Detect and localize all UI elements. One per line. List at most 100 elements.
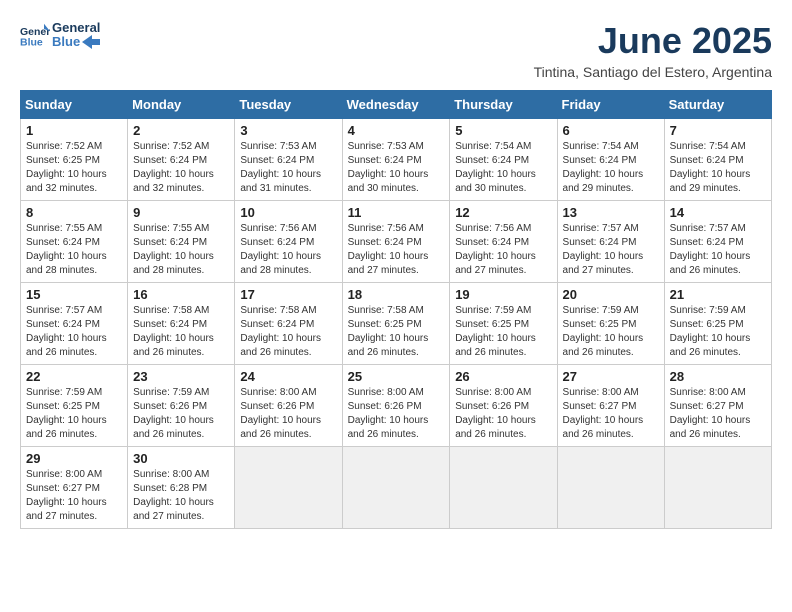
calendar-cell: 27 Sunrise: 8:00 AMSunset: 6:27 PMDayligh… bbox=[557, 365, 664, 447]
day-info: Sunrise: 7:57 AMSunset: 6:24 PMDaylight:… bbox=[26, 304, 122, 360]
weekday-header-saturday: Saturday bbox=[664, 91, 771, 119]
calendar-cell: 28 Sunrise: 8:00 AMSunset: 6:27 PMDayligh… bbox=[664, 365, 771, 447]
day-number: 12 bbox=[455, 205, 551, 220]
day-info: Sunrise: 7:59 AMSunset: 6:25 PMDaylight:… bbox=[455, 304, 551, 360]
location-subtitle: Tintina, Santiago del Estero, Argentina bbox=[534, 64, 772, 80]
day-number: 6 bbox=[563, 123, 659, 138]
logo-arrow-icon bbox=[82, 35, 100, 49]
calendar-cell: 1 Sunrise: 7:52 AMSunset: 6:25 PMDaylight… bbox=[21, 119, 128, 201]
calendar-cell: 13 Sunrise: 7:57 AMSunset: 6:24 PMDayligh… bbox=[557, 201, 664, 283]
day-info: Sunrise: 7:59 AMSunset: 6:25 PMDaylight:… bbox=[670, 304, 766, 360]
calendar-cell: 23 Sunrise: 7:59 AMSunset: 6:26 PMDayligh… bbox=[128, 365, 235, 447]
day-number: 19 bbox=[455, 287, 551, 302]
calendar-cell bbox=[664, 447, 771, 529]
day-number: 27 bbox=[563, 369, 659, 384]
day-info: Sunrise: 7:55 AMSunset: 6:24 PMDaylight:… bbox=[26, 222, 122, 278]
day-info: Sunrise: 7:57 AMSunset: 6:24 PMDaylight:… bbox=[563, 222, 659, 278]
day-number: 17 bbox=[240, 287, 336, 302]
day-info: Sunrise: 7:58 AMSunset: 6:25 PMDaylight:… bbox=[348, 304, 445, 360]
day-number: 16 bbox=[133, 287, 229, 302]
day-number: 13 bbox=[563, 205, 659, 220]
weekday-header-friday: Friday bbox=[557, 91, 664, 119]
calendar-cell: 9Sunrise: 7:55 AMSunset: 6:24 PMDaylight… bbox=[128, 201, 235, 283]
svg-text:Blue: Blue bbox=[20, 37, 43, 49]
calendar-cell: 12 Sunrise: 7:56 AMSunset: 6:24 PMDayligh… bbox=[450, 201, 557, 283]
day-info: Sunrise: 8:00 AMSunset: 6:26 PMDaylight:… bbox=[455, 386, 551, 442]
calendar-cell: 16 Sunrise: 7:58 AMSunset: 6:24 PMDayligh… bbox=[128, 283, 235, 365]
day-info: Sunrise: 7:52 AMSunset: 6:24 PMDaylight:… bbox=[133, 140, 229, 196]
day-number: 2 bbox=[133, 123, 229, 138]
day-info: Sunrise: 7:59 AMSunset: 6:25 PMDaylight:… bbox=[26, 386, 122, 442]
day-number: 20 bbox=[563, 287, 659, 302]
weekday-header-tuesday: Tuesday bbox=[235, 91, 342, 119]
calendar-cell bbox=[342, 447, 450, 529]
day-info: Sunrise: 7:53 AMSunset: 6:24 PMDaylight:… bbox=[240, 140, 336, 196]
calendar-cell bbox=[235, 447, 342, 529]
day-info: Sunrise: 8:00 AMSunset: 6:27 PMDaylight:… bbox=[670, 386, 766, 442]
day-number: 3 bbox=[240, 123, 336, 138]
calendar-cell: 30Sunrise: 8:00 AMSunset: 6:28 PMDayligh… bbox=[128, 447, 235, 529]
day-number: 10 bbox=[240, 205, 336, 220]
day-info: Sunrise: 7:54 AMSunset: 6:24 PMDaylight:… bbox=[670, 140, 766, 196]
day-number: 22 bbox=[26, 369, 122, 384]
calendar-cell: 22 Sunrise: 7:59 AMSunset: 6:25 PMDayligh… bbox=[21, 365, 128, 447]
calendar-week-row: 29 Sunrise: 8:00 AMSunset: 6:27 PMDayligh… bbox=[21, 447, 772, 529]
day-info: Sunrise: 7:56 AMSunset: 6:24 PMDaylight:… bbox=[240, 222, 336, 278]
calendar-cell: 7 Sunrise: 7:54 AMSunset: 6:24 PMDaylight… bbox=[664, 119, 771, 201]
day-info: Sunrise: 7:52 AMSunset: 6:25 PMDaylight:… bbox=[26, 140, 122, 196]
day-number: 15 bbox=[26, 287, 122, 302]
day-info: Sunrise: 7:59 AMSunset: 6:26 PMDaylight:… bbox=[133, 386, 229, 442]
day-info: Sunrise: 7:58 AMSunset: 6:24 PMDaylight:… bbox=[133, 304, 229, 360]
day-info: Sunrise: 7:53 AMSunset: 6:24 PMDaylight:… bbox=[348, 140, 445, 196]
calendar-cell: 14Sunrise: 7:57 AMSunset: 6:24 PMDayligh… bbox=[664, 201, 771, 283]
day-number: 28 bbox=[670, 369, 766, 384]
calendar-table: SundayMondayTuesdayWednesdayThursdayFrid… bbox=[20, 90, 772, 529]
title-area: June 2025 Tintina, Santiago del Estero, … bbox=[534, 20, 772, 80]
day-number: 5 bbox=[455, 123, 551, 138]
calendar-cell: 18 Sunrise: 7:58 AMSunset: 6:25 PMDayligh… bbox=[342, 283, 450, 365]
weekday-header-thursday: Thursday bbox=[450, 91, 557, 119]
logo: General Blue General Blue bbox=[20, 20, 100, 50]
day-info: Sunrise: 7:59 AMSunset: 6:25 PMDaylight:… bbox=[563, 304, 659, 360]
weekday-header-wednesday: Wednesday bbox=[342, 91, 450, 119]
calendar-cell: 21Sunrise: 7:59 AMSunset: 6:25 PMDayligh… bbox=[664, 283, 771, 365]
calendar-cell: 3 Sunrise: 7:53 AMSunset: 6:24 PMDaylight… bbox=[235, 119, 342, 201]
calendar-cell: 11Sunrise: 7:56 AMSunset: 6:24 PMDayligh… bbox=[342, 201, 450, 283]
day-number: 11 bbox=[348, 205, 445, 220]
weekday-header-row: SundayMondayTuesdayWednesdayThursdayFrid… bbox=[21, 91, 772, 119]
calendar-cell bbox=[450, 447, 557, 529]
day-number: 8 bbox=[26, 205, 122, 220]
calendar-cell: 29 Sunrise: 8:00 AMSunset: 6:27 PMDayligh… bbox=[21, 447, 128, 529]
day-number: 18 bbox=[348, 287, 445, 302]
calendar-cell: 20 Sunrise: 7:59 AMSunset: 6:25 PMDayligh… bbox=[557, 283, 664, 365]
calendar-cell: 19 Sunrise: 7:59 AMSunset: 6:25 PMDayligh… bbox=[450, 283, 557, 365]
day-info: Sunrise: 8:00 AMSunset: 6:27 PMDaylight:… bbox=[26, 468, 122, 524]
day-number: 4 bbox=[348, 123, 445, 138]
calendar-cell: 4 Sunrise: 7:53 AMSunset: 6:24 PMDaylight… bbox=[342, 119, 450, 201]
day-info: Sunrise: 7:56 AMSunset: 6:24 PMDaylight:… bbox=[455, 222, 551, 278]
day-info: Sunrise: 8:00 AMSunset: 6:26 PMDaylight:… bbox=[240, 386, 336, 442]
day-number: 30 bbox=[133, 451, 229, 466]
calendar-cell: 25Sunrise: 8:00 AMSunset: 6:26 PMDayligh… bbox=[342, 365, 450, 447]
calendar-cell: 17Sunrise: 7:58 AMSunset: 6:24 PMDayligh… bbox=[235, 283, 342, 365]
calendar-week-row: 8 Sunrise: 7:55 AMSunset: 6:24 PMDaylight… bbox=[21, 201, 772, 283]
logo-icon: General Blue bbox=[20, 20, 50, 50]
calendar-cell: 5 Sunrise: 7:54 AMSunset: 6:24 PMDaylight… bbox=[450, 119, 557, 201]
day-number: 29 bbox=[26, 451, 122, 466]
day-number: 7 bbox=[670, 123, 766, 138]
day-number: 9 bbox=[133, 205, 229, 220]
day-number: 23 bbox=[133, 369, 229, 384]
header: General Blue General Blue June 2025 Tint… bbox=[20, 20, 772, 80]
day-number: 14 bbox=[670, 205, 766, 220]
day-number: 26 bbox=[455, 369, 551, 384]
day-info: Sunrise: 7:54 AMSunset: 6:24 PMDaylight:… bbox=[563, 140, 659, 196]
logo-blue: Blue bbox=[52, 35, 100, 49]
day-number: 24 bbox=[240, 369, 336, 384]
day-info: Sunrise: 8:00 AMSunset: 6:27 PMDaylight:… bbox=[563, 386, 659, 442]
calendar-week-row: 1 Sunrise: 7:52 AMSunset: 6:25 PMDaylight… bbox=[21, 119, 772, 201]
day-info: Sunrise: 7:54 AMSunset: 6:24 PMDaylight:… bbox=[455, 140, 551, 196]
day-info: Sunrise: 8:00 AMSunset: 6:26 PMDaylight:… bbox=[348, 386, 445, 442]
weekday-header-monday: Monday bbox=[128, 91, 235, 119]
day-number: 1 bbox=[26, 123, 122, 138]
calendar-cell: 15 Sunrise: 7:57 AMSunset: 6:24 PMDayligh… bbox=[21, 283, 128, 365]
